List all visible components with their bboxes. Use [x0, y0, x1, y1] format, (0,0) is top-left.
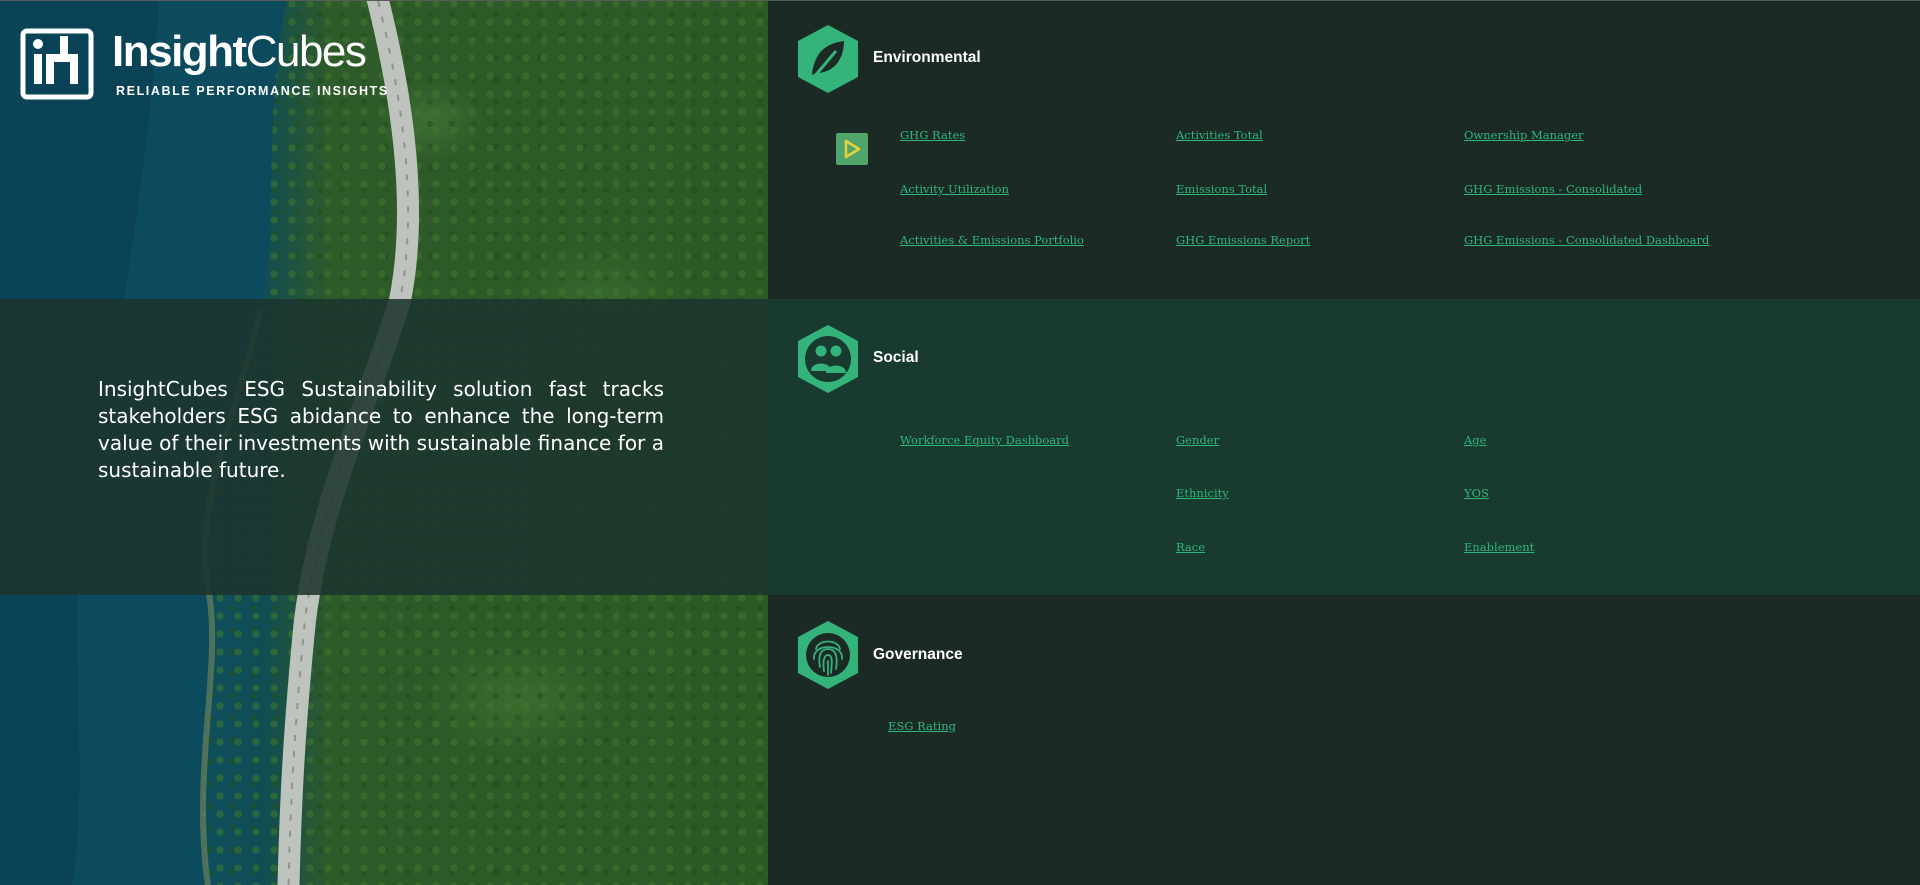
top-border — [0, 0, 1920, 1]
hero-image-panel: InsightCubes RELIABLE PERFORMANCE INSIGH… — [0, 0, 768, 885]
link-activities-emissions-portfolio[interactable]: Activities & Emissions Portfolio — [900, 233, 1084, 247]
leaf-icon — [798, 25, 858, 93]
link-age[interactable]: Age — [1464, 433, 1486, 447]
link-ethnicity[interactable]: Ethnicity — [1176, 486, 1229, 500]
section-title-social: Social — [873, 349, 919, 366]
fingerprint-icon — [798, 621, 858, 689]
link-ownership-manager[interactable]: Ownership Manager — [1464, 128, 1584, 142]
social-section: Social Workforce Equity Dashboard Gender… — [768, 299, 1920, 595]
link-activities-total[interactable]: Activities Total — [1176, 128, 1263, 142]
people-icon — [798, 325, 858, 393]
link-ghg-consolidated-dashboard[interactable]: GHG Emissions - Consolidated Dashboard — [1464, 233, 1709, 247]
section-title-governance: Governance — [873, 646, 963, 663]
environmental-section: Environmental GHG Rates Activities Total… — [768, 1, 1920, 299]
link-yos[interactable]: YOS — [1464, 486, 1489, 500]
play-button[interactable] — [836, 133, 868, 165]
insightcubes-logo-icon — [20, 28, 94, 100]
link-ghg-emissions-consolidated[interactable]: GHG Emissions - Consolidated — [1464, 182, 1642, 196]
link-ghg-emissions-report[interactable]: GHG Emissions Report — [1176, 233, 1310, 247]
link-workforce-equity-dashboard[interactable]: Workforce Equity Dashboard — [900, 433, 1069, 447]
brand-name: InsightCubes — [112, 27, 367, 76]
governance-section: Governance ESG Rating — [768, 595, 1920, 885]
link-enablement[interactable]: Enablement — [1464, 540, 1534, 554]
play-icon — [844, 139, 861, 159]
link-esg-rating[interactable]: ESG Rating — [888, 719, 956, 733]
link-activity-utilization[interactable]: Activity Utilization — [900, 182, 1009, 196]
link-gender[interactable]: Gender — [1176, 433, 1219, 447]
link-emissions-total[interactable]: Emissions Total — [1176, 182, 1267, 196]
link-ghg-rates[interactable]: GHG Rates — [900, 128, 965, 142]
intro-text: InsightCubes ESG Sustainability solution… — [98, 377, 664, 482]
brand-logo[interactable]: InsightCubes RELIABLE PERFORMANCE INSIGH… — [20, 26, 387, 106]
section-title-environmental: Environmental — [873, 49, 981, 66]
link-race[interactable]: Race — [1176, 540, 1205, 554]
brand-tagline: RELIABLE PERFORMANCE INSIGHTS — [116, 84, 389, 98]
